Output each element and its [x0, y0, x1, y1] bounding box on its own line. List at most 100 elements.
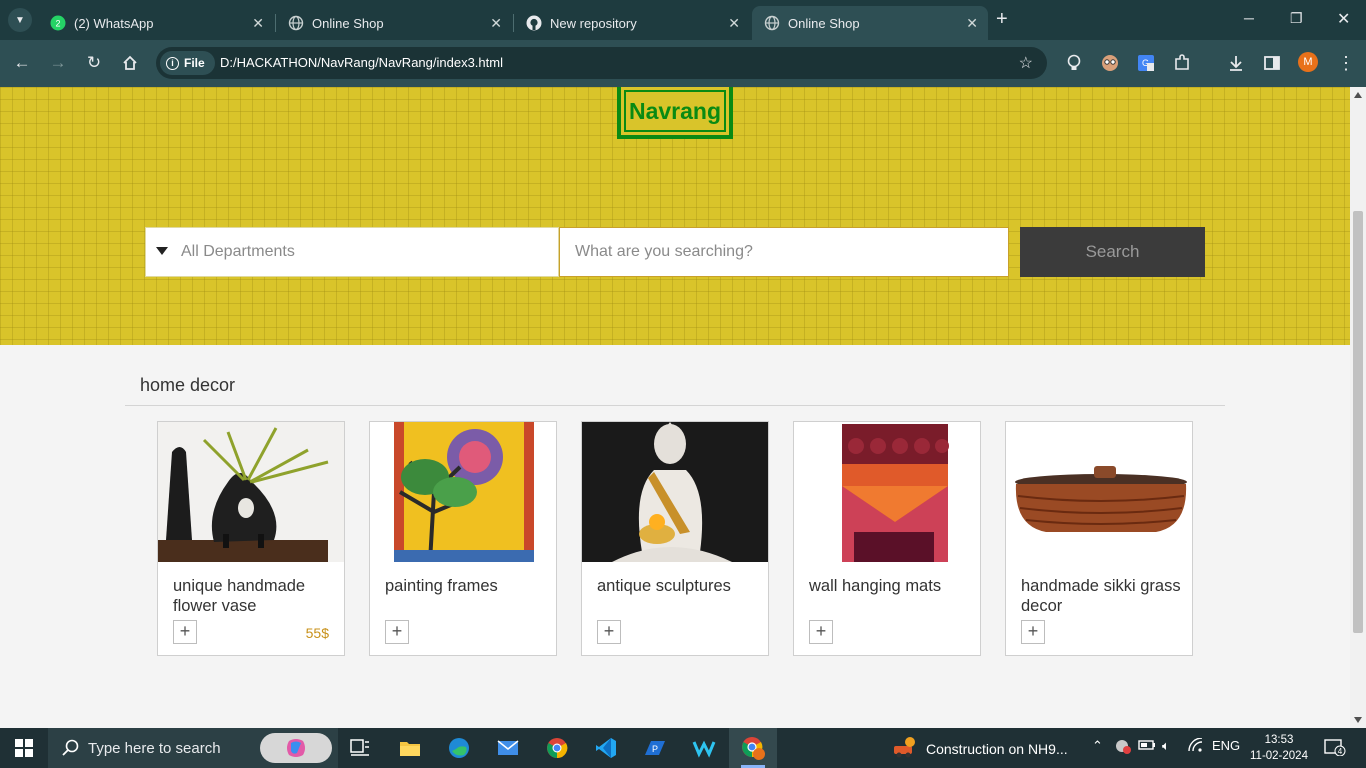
product-card[interactable]: wall hanging mats +	[793, 421, 981, 656]
close-window-icon[interactable]: ✕	[1337, 9, 1350, 29]
product-image-vase[interactable]	[158, 422, 344, 562]
show-hidden-icons-chevron-icon[interactable]: ⌃	[1092, 738, 1103, 754]
product-title[interactable]: wall hanging mats	[809, 576, 969, 596]
url-text[interactable]: D:/HACKATHON/NavRang/NavRang/index3.html	[220, 55, 503, 70]
windows-start-icon[interactable]	[0, 728, 48, 768]
address-bar[interactable]: i File D:/HACKATHON/NavRang/NavRang/inde…	[156, 47, 1047, 79]
wifi-icon[interactable]	[1188, 737, 1204, 755]
profile-avatar[interactable]: M	[1298, 52, 1318, 72]
product-title[interactable]: handmade sikki grass decor	[1021, 576, 1181, 616]
add-to-cart-button[interactable]: +	[809, 620, 833, 644]
language-indicator[interactable]: ENG	[1212, 738, 1240, 753]
network-alert-icon[interactable]	[1114, 738, 1132, 757]
close-tab-icon[interactable]: ✕	[252, 15, 264, 32]
dropdown-arrow-icon	[156, 247, 168, 255]
home-icon[interactable]	[119, 52, 141, 74]
browser-tab-strip: ▼ 2 (2) WhatsApp ✕ Online Shop ✕ New rep…	[0, 0, 1366, 40]
minimize-icon[interactable]: ─	[1244, 10, 1254, 26]
file-explorer-icon[interactable]	[386, 728, 434, 768]
site-logo[interactable]: Navrang	[617, 87, 733, 139]
search-button[interactable]: Search	[1020, 227, 1205, 277]
webex-icon[interactable]	[680, 728, 728, 768]
search-input[interactable]	[559, 227, 1009, 277]
add-to-cart-button[interactable]: +	[173, 620, 197, 644]
close-tab-icon[interactable]: ✕	[728, 15, 740, 32]
departments-label: All Departments	[181, 243, 295, 260]
product-price: 55$	[305, 625, 329, 641]
product-image-sikki-basket[interactable]	[1006, 422, 1192, 562]
close-tab-icon[interactable]: ✕	[966, 15, 978, 32]
avatar-extension-icon[interactable]	[1100, 53, 1120, 73]
chrome-icon[interactable]	[533, 728, 581, 768]
chrome-profile-icon[interactable]	[729, 728, 777, 768]
reload-icon[interactable]: ↻	[83, 52, 105, 74]
bookmark-star-icon[interactable]: ☆	[1019, 53, 1033, 73]
svg-text:P: P	[652, 744, 658, 754]
product-image-sculpture[interactable]	[582, 422, 768, 562]
section-divider	[125, 405, 1225, 406]
notifications-icon[interactable]: 4	[1324, 738, 1346, 759]
github-icon	[526, 15, 542, 31]
product-title[interactable]: painting frames	[385, 576, 545, 596]
product-title[interactable]: unique handmade flower vase	[173, 576, 333, 616]
section-title: home decor	[140, 375, 236, 395]
volume-icon[interactable]: 🔈︎	[1162, 738, 1170, 754]
product-title[interactable]: antique sculptures	[597, 576, 757, 596]
tab-search-button[interactable]: ▼	[8, 8, 32, 32]
close-tab-icon[interactable]: ✕	[490, 15, 502, 32]
tab-online-shop-active[interactable]: Online Shop ✕	[752, 6, 988, 40]
product-card[interactable]: painting frames +	[369, 421, 557, 656]
product-image-wall-hanging[interactable]	[794, 422, 980, 562]
svg-text:4: 4	[1338, 747, 1343, 756]
app-blue-icon[interactable]: P	[631, 728, 679, 768]
news-text: Construction on NH9...	[926, 740, 1068, 757]
tab-label: Online Shop	[312, 15, 384, 31]
whatsapp-icon: 2	[50, 15, 66, 31]
translate-extension-icon[interactable]: G	[1136, 53, 1156, 73]
tab-online-shop-1[interactable]: Online Shop ✕	[276, 6, 512, 40]
add-to-cart-button[interactable]: +	[1021, 620, 1045, 644]
page-viewport: Navrang All Departments Search home deco…	[0, 87, 1350, 728]
product-card[interactable]: unique handmade flower vase + 55$	[157, 421, 345, 656]
tab-label: New repository	[550, 15, 637, 31]
clock-date: 11-02-2024	[1250, 750, 1308, 762]
edge-browser-icon[interactable]	[435, 728, 483, 768]
extensions-puzzle-icon[interactable]	[1172, 53, 1192, 73]
task-view-icon[interactable]	[336, 728, 384, 768]
scroll-down-arrow-icon[interactable]	[1354, 717, 1362, 723]
taskbar-clock[interactable]: 13:53 11-02-2024	[1250, 732, 1308, 764]
taskbar-search-text: Type here to search	[88, 739, 221, 757]
new-tab-button[interactable]: +	[996, 9, 1008, 29]
tab-label: Online Shop	[788, 15, 860, 31]
scroll-thumb[interactable]	[1353, 211, 1363, 633]
menu-kebab-icon[interactable]: ⋮	[1336, 53, 1356, 73]
page-scrollbar[interactable]	[1350, 87, 1366, 728]
forward-icon[interactable]: →	[47, 52, 69, 74]
add-to-cart-button[interactable]: +	[385, 620, 409, 644]
site-info-chip[interactable]: i File	[160, 51, 215, 75]
restore-icon[interactable]: ❐	[1290, 10, 1303, 27]
logo-text: Navrang	[628, 97, 722, 124]
tab-new-repository[interactable]: New repository ✕	[514, 6, 750, 40]
mail-icon[interactable]	[484, 728, 532, 768]
download-icon[interactable]	[1226, 53, 1246, 73]
side-panel-icon[interactable]	[1262, 53, 1282, 73]
clock-time: 13:53	[1264, 734, 1294, 746]
product-card[interactable]: handmade sikki grass decor +	[1005, 421, 1193, 656]
news-widget[interactable]: Construction on NH9...	[892, 736, 1068, 761]
tab-label: (2) WhatsApp	[74, 15, 154, 31]
tab-whatsapp[interactable]: 2 (2) WhatsApp ✕	[38, 6, 274, 40]
search-icon	[62, 739, 80, 762]
copilot-icon[interactable]	[260, 733, 332, 763]
battery-icon[interactable]	[1138, 738, 1156, 755]
product-card[interactable]: antique sculptures +	[581, 421, 769, 656]
add-to-cart-button[interactable]: +	[597, 620, 621, 644]
departments-dropdown[interactable]: All Departments	[145, 227, 559, 277]
windows-taskbar: Type here to search P Construction on NH…	[0, 728, 1366, 768]
vscode-icon[interactable]	[582, 728, 630, 768]
lightbulb-extension-icon[interactable]	[1064, 53, 1084, 73]
back-icon[interactable]: ←	[11, 52, 33, 74]
globe-icon	[764, 15, 780, 31]
product-image-painting[interactable]	[370, 422, 556, 562]
scroll-up-arrow-icon[interactable]	[1354, 92, 1362, 98]
